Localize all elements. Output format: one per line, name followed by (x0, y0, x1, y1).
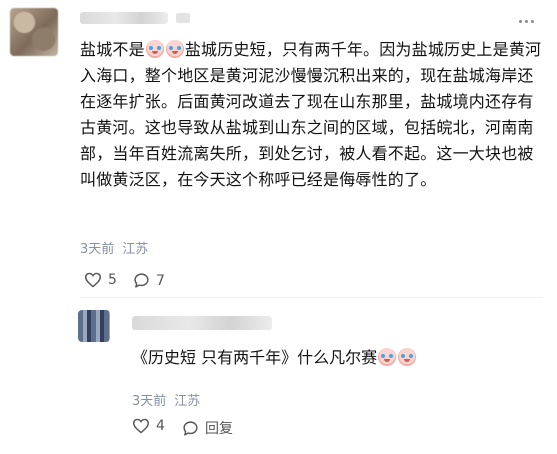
crying-face-emoji (145, 40, 164, 58)
comment-location: 江苏 (122, 242, 149, 257)
like-button[interactable]: 5 (84, 272, 117, 288)
reply-location: 江苏 (174, 394, 201, 409)
reply-time: 3天前 (132, 394, 167, 409)
comment-count: 7 (156, 272, 165, 289)
commenter-avatar[interactable] (10, 8, 58, 56)
more-dots-icon[interactable] (517, 12, 537, 32)
comment-bubble-icon (183, 420, 198, 436)
heart-icon (132, 418, 150, 434)
comment-body: 盐城不是 盐城历史短，只有两千年。因为盐城历史上是黄河入海口，整个地区是黄河泥沙慢… (80, 40, 542, 189)
reply-button[interactable]: 回复 (182, 418, 233, 438)
comment-button[interactable]: 7 (133, 272, 165, 289)
comment-time: 3天前 (80, 242, 115, 257)
reply-like-button[interactable]: 4 (132, 418, 165, 434)
replier-name-blurred[interactable] (132, 316, 272, 330)
reply-button-label: 回复 (205, 421, 233, 437)
commenter-badge-blurred (176, 13, 190, 23)
crying-face-emoji (398, 348, 417, 366)
comment-bubble-icon (134, 273, 149, 288)
crying-face-emoji (378, 348, 397, 366)
reply-like-count: 4 (156, 418, 165, 434)
reply-meta: 3天前 江苏 (132, 390, 208, 409)
divider (80, 297, 542, 298)
replier-avatar[interactable] (78, 310, 110, 342)
commenter-name-blurred[interactable] (80, 12, 168, 24)
comment-meta: 3天前 江苏 (80, 238, 156, 257)
crying-face-emoji (165, 40, 184, 58)
heart-icon (84, 272, 102, 288)
reply-body: 《历史短 只有两千年》什么凡尔赛 (132, 345, 532, 371)
like-count: 5 (108, 272, 117, 288)
